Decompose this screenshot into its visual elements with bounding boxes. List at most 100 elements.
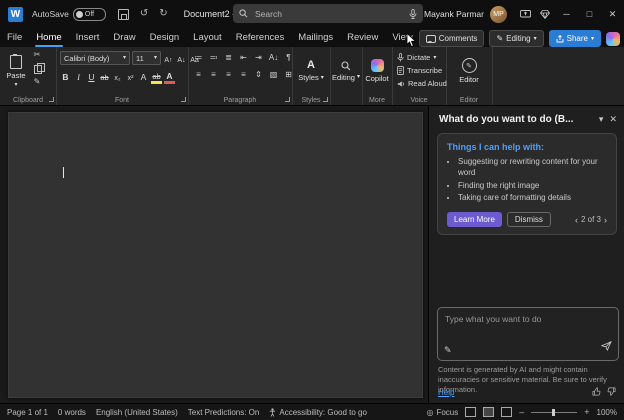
prompt-input[interactable]	[443, 312, 613, 342]
help-link[interactable]: Help	[438, 388, 454, 397]
tab-insert[interactable]: Insert	[69, 28, 107, 47]
editing-button[interactable]: Editing▾	[332, 52, 360, 90]
numbered-list-icon[interactable]: ≕	[207, 51, 220, 63]
learn-more-button[interactable]: Learn More	[447, 212, 502, 227]
rewrite-pen-icon[interactable]: ✎	[444, 345, 452, 356]
zoom-level[interactable]: 100%	[597, 408, 617, 417]
format-painter-icon[interactable]: ✎	[32, 78, 42, 87]
share-button[interactable]: Share ▾	[549, 30, 601, 47]
print-layout-button[interactable]	[483, 407, 494, 417]
prev-page-icon[interactable]: ‹	[575, 215, 578, 225]
autosave-toggle[interactable]: Off	[73, 8, 106, 21]
focus-mode-button[interactable]: ◎ Focus	[426, 408, 458, 417]
page-count[interactable]: Page 1 of 1	[7, 408, 48, 417]
next-page-icon[interactable]: ›	[604, 215, 607, 225]
language-status[interactable]: English (United States)	[96, 408, 178, 417]
copy-icon[interactable]	[34, 65, 42, 74]
zoom-slider[interactable]	[531, 412, 577, 413]
strikethrough-button[interactable]: ab	[99, 70, 110, 83]
tab-view[interactable]: View	[385, 28, 419, 47]
tab-file[interactable]: File	[0, 28, 29, 47]
dismiss-button[interactable]: Dismiss	[507, 212, 551, 227]
dialog-launcher-icon[interactable]	[181, 97, 186, 102]
undo-icon[interactable]: ↺	[140, 9, 148, 19]
dialog-launcher-icon[interactable]	[49, 97, 54, 102]
chevron-down-icon[interactable]: ▾	[599, 115, 604, 124]
shading-icon[interactable]: ▧	[267, 68, 280, 80]
tab-draw[interactable]: Draw	[106, 28, 142, 47]
clipboard-mini-buttons: ✂ ✎	[32, 51, 42, 87]
align-right-icon[interactable]: ≡	[222, 68, 235, 80]
cut-icon[interactable]: ✂	[32, 51, 42, 60]
tab-home[interactable]: Home	[29, 28, 68, 47]
underline-button[interactable]: U	[86, 70, 97, 83]
bullet-list-icon[interactable]: ≔	[192, 51, 205, 63]
highlight-color-button[interactable]: ab	[151, 68, 162, 84]
close-pane-icon[interactable]: ✕	[609, 115, 617, 124]
maximize-button[interactable]: □	[578, 0, 601, 28]
zoom-slider-thumb[interactable]	[552, 409, 555, 416]
copilot-button[interactable]: Copilot	[364, 52, 390, 90]
styles-button[interactable]: A Styles▾	[295, 52, 327, 90]
tab-references[interactable]: References	[229, 28, 292, 47]
avatar[interactable]: MP	[490, 6, 507, 23]
editor-button[interactable]: ✎ Editor	[452, 52, 486, 90]
search-box[interactable]	[233, 4, 423, 23]
gem-icon[interactable]	[535, 0, 555, 28]
subscript-button[interactable]: x₂	[112, 70, 123, 83]
grow-font-button[interactable]: A↑	[163, 52, 174, 65]
zoom-in-button[interactable]: +	[584, 408, 589, 417]
sort-icon[interactable]: A↓	[267, 51, 280, 63]
italic-button[interactable]: I	[73, 70, 84, 83]
font-size-combobox[interactable]: 11 ▾	[132, 51, 161, 65]
zoom-out-button[interactable]: –	[519, 408, 524, 417]
increase-indent-icon[interactable]: ⇥	[252, 51, 265, 63]
tab-layout[interactable]: Layout	[186, 28, 229, 47]
bold-button[interactable]: B	[60, 70, 71, 83]
text-predictions-status[interactable]: Text Predictions: On	[188, 408, 260, 417]
word-count[interactable]: 0 words	[58, 408, 86, 417]
paste-button[interactable]: Paste ▾	[4, 51, 28, 91]
dictate-button[interactable]: Dictate ▾	[397, 51, 447, 64]
read-mode-button[interactable]	[465, 407, 476, 417]
comments-button[interactable]: Comments	[419, 30, 485, 47]
shrink-font-button[interactable]: A↓	[176, 52, 187, 65]
web-layout-button[interactable]	[501, 407, 512, 417]
thumbs-down-icon[interactable]	[607, 383, 616, 401]
list-item: Suggesting or rewriting content for your…	[458, 157, 607, 179]
text-effects-button[interactable]: A	[138, 70, 149, 83]
line-spacing-icon[interactable]: ⇕	[252, 68, 265, 80]
redo-icon[interactable]: ↻	[159, 9, 167, 19]
align-center-icon[interactable]: ≡	[207, 68, 220, 80]
share-label: Share	[567, 34, 588, 43]
copilot-icon[interactable]	[606, 32, 620, 46]
close-button[interactable]: ✕	[601, 0, 624, 28]
save-icon[interactable]	[118, 9, 129, 20]
ribbon: Paste ▾ ✂ ✎ Clipboard Calibri (Body) ▾ 1…	[0, 47, 624, 106]
justify-icon[interactable]: ≡	[237, 68, 250, 80]
tab-design[interactable]: Design	[143, 28, 187, 47]
prompt-input-box[interactable]: ✎	[437, 307, 619, 361]
tab-review[interactable]: Review	[340, 28, 385, 47]
superscript-button[interactable]: x²	[125, 70, 136, 83]
microphone-icon[interactable]	[409, 9, 417, 19]
thumbs-up-icon[interactable]	[592, 383, 601, 401]
tab-mailings[interactable]: Mailings	[291, 28, 340, 47]
decrease-indent-icon[interactable]: ⇤	[237, 51, 250, 63]
document-page[interactable]	[8, 112, 423, 398]
font-color-button[interactable]: A	[164, 68, 175, 84]
font-name-combobox[interactable]: Calibri (Body) ▾	[60, 51, 130, 65]
editing-mode-button[interactable]: ✎ Editing ▾	[489, 30, 543, 47]
word-app-icon[interactable]: W	[8, 7, 23, 22]
screen-share-icon[interactable]	[515, 0, 535, 28]
dialog-launcher-icon[interactable]	[323, 97, 328, 102]
dialog-launcher-icon[interactable]	[285, 97, 290, 102]
multilevel-list-icon[interactable]: ≣	[222, 51, 235, 63]
send-icon[interactable]	[601, 338, 612, 356]
transcribe-button[interactable]: Transcribe	[397, 64, 447, 77]
align-left-icon[interactable]: ≡	[192, 68, 205, 80]
accessibility-status[interactable]: Accessibility: Good to go	[269, 408, 367, 417]
minimize-button[interactable]: ─	[555, 0, 578, 28]
search-input[interactable]	[253, 8, 404, 20]
read-aloud-button[interactable]: Read Aloud	[397, 77, 447, 90]
